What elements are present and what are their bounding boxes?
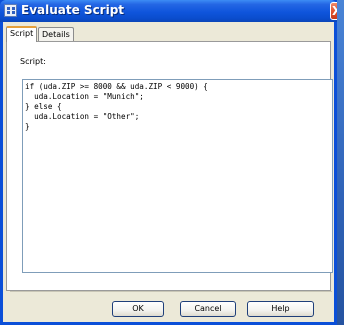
script-label: Script: <box>20 57 46 66</box>
code-line: if (uda.ZIP >= 8000 && uda.ZIP < 9000) { <box>25 82 208 91</box>
separator <box>10 291 332 292</box>
cancel-button[interactable]: Cancel <box>180 301 236 317</box>
app-icon <box>4 4 17 17</box>
tab-script[interactable]: Script <box>6 26 38 42</box>
tab-details[interactable]: Details <box>38 27 74 42</box>
code-line: uda.Location = "Other"; <box>25 112 140 121</box>
window-title: Evaluate Script <box>21 3 125 17</box>
help-button[interactable]: Help <box>247 301 314 317</box>
code-line: uda.Location = "Munich"; <box>25 92 144 101</box>
desktop-background <box>337 0 344 325</box>
code-line: } else { <box>25 102 62 111</box>
script-editor[interactable]: if (uda.ZIP >= 8000 && uda.ZIP < 9000) {… <box>22 79 333 273</box>
ok-button[interactable]: OK <box>112 301 164 317</box>
code-line: } <box>25 122 30 131</box>
title-bar[interactable]: Evaluate Script <box>0 0 337 22</box>
